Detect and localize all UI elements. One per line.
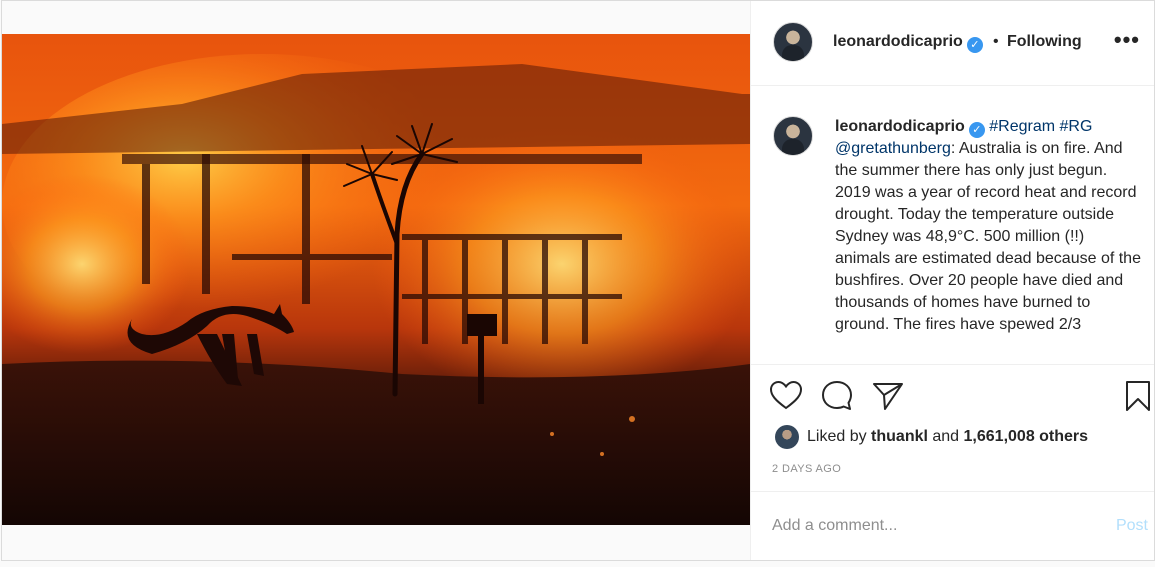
caption-hashtags[interactable]: #Regram #RG (989, 118, 1092, 135)
post-card: leonardodicaprio ✓ • Following ••• leonar… (1, 0, 1155, 561)
caption-username[interactable]: leonardodicaprio ✓ (835, 118, 985, 138)
bookmark-icon[interactable] (1121, 379, 1155, 413)
caption-avatar[interactable] (773, 116, 813, 156)
post-comment-button[interactable]: Post (1116, 517, 1148, 535)
following-button[interactable]: Following (1007, 33, 1082, 51)
profile-avatar[interactable] (773, 22, 813, 62)
share-icon[interactable] (871, 379, 905, 413)
bushfire-kangaroo-image (2, 34, 750, 525)
likes-user[interactable]: thuankl (871, 428, 928, 445)
header-separator: • (993, 33, 999, 50)
verified-badge-icon: ✓ (968, 122, 985, 138)
comment-input[interactable] (772, 517, 1092, 535)
likes-count[interactable]: 1,661,008 others (964, 428, 1089, 445)
header-username-text[interactable]: leonardodicaprio (833, 33, 963, 50)
comments-section[interactable]: leonardodicaprio ✓ #Regram #RG @gretathun… (751, 86, 1154, 365)
liker-avatar[interactable] (775, 425, 799, 449)
likes-row: Liked by thuankl and 1,661,008 others (751, 425, 1154, 451)
caption-text: : Australia is on fire. And the summer t… (835, 140, 1141, 333)
verified-badge-icon: ✓ (966, 37, 983, 53)
heart-icon[interactable] (769, 379, 803, 413)
likes-prefix: Liked by (807, 428, 872, 445)
header-username[interactable]: leonardodicaprio ✓ (833, 33, 983, 53)
post-caption: leonardodicaprio ✓ #Regram #RG @gretathun… (835, 116, 1141, 336)
likes-middle: and (927, 428, 964, 445)
action-bar (751, 365, 1154, 425)
more-options-icon[interactable]: ••• (1114, 29, 1140, 51)
post-header: leonardodicaprio ✓ • Following ••• (751, 1, 1154, 86)
post-media (2, 1, 751, 560)
caption-mention[interactable]: @gretathunberg (835, 140, 951, 157)
post-photo[interactable] (2, 34, 750, 525)
likes-text[interactable]: Liked by thuankl and 1,661,008 others (807, 428, 1088, 446)
post-side-panel: leonardodicaprio ✓ • Following ••• leonar… (751, 1, 1154, 560)
add-comment-section: Post (751, 491, 1154, 562)
caption-username-text[interactable]: leonardodicaprio (835, 118, 965, 135)
comment-icon[interactable] (820, 379, 854, 413)
post-timestamp[interactable]: 2 DAYS AGO (772, 463, 841, 475)
